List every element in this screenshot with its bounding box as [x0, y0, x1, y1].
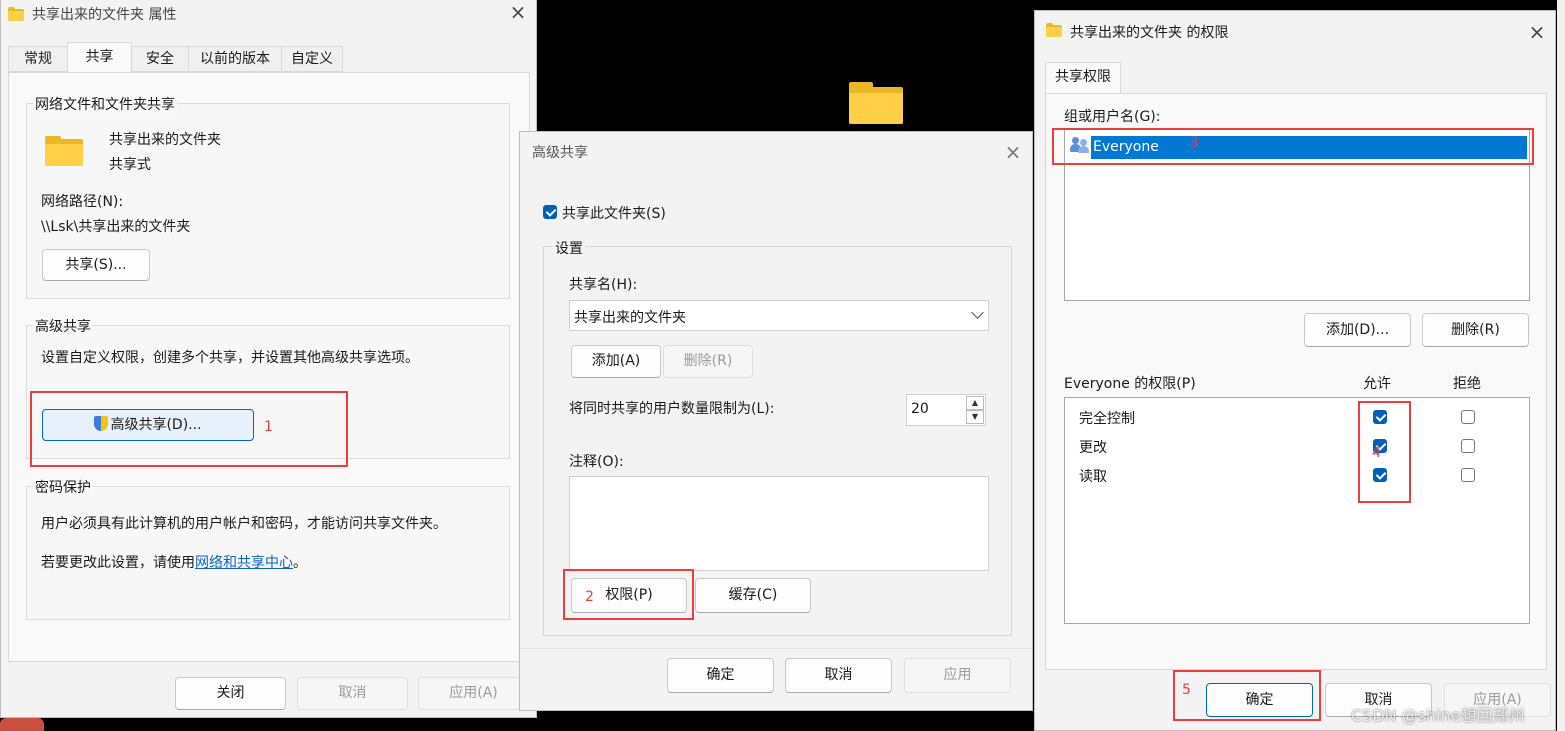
- tab-share-permissions[interactable]: 共享权限: [1045, 62, 1121, 94]
- tab-general[interactable]: 常规: [8, 46, 68, 72]
- close-icon[interactable]: ×: [1527, 22, 1547, 42]
- share-name-select[interactable]: 共享出来的文件夹: [569, 300, 989, 331]
- comment-label: 注释(O):: [569, 454, 624, 470]
- network-path: \\Lsk\共享出来的文件夹: [41, 219, 191, 235]
- dialog-separator: [520, 648, 1032, 649]
- cancel-button[interactable]: 取消: [785, 658, 892, 693]
- allow-header: 允许: [1363, 376, 1391, 392]
- network-center-link[interactable]: 网络和共享中心: [195, 555, 293, 571]
- deny-header: 拒绝: [1453, 376, 1481, 392]
- annotation-number-2: 2: [585, 589, 594, 605]
- folder-icon: [8, 7, 24, 21]
- tab-customize[interactable]: 自定义: [281, 46, 343, 72]
- apply-button[interactable]: 应用(A): [418, 677, 529, 710]
- annotation-box-1: [30, 391, 348, 467]
- share-status: 共享式: [109, 157, 151, 173]
- user-limit-value: 20: [911, 401, 929, 417]
- cancel-button[interactable]: 取消: [297, 677, 408, 710]
- shared-folder-icon: [45, 136, 83, 166]
- remove-share-button[interactable]: 删除(R): [663, 345, 753, 378]
- password-legend: 密码保护: [33, 477, 93, 497]
- close-icon[interactable]: ×: [1003, 142, 1023, 162]
- apply-button[interactable]: 应用: [904, 658, 1011, 693]
- permissions-dialog: 共享出来的文件夹 的权限 × 共享权限 组或用户名(G): Everyone 添…: [1034, 10, 1556, 731]
- annotation-box-4: [1358, 401, 1411, 503]
- tab-previous-versions[interactable]: 以前的版本: [188, 46, 282, 72]
- close-button[interactable]: 关闭: [175, 677, 286, 710]
- change-suffix: 。: [293, 555, 307, 571]
- desktop-folder-icon[interactable]: [849, 82, 903, 124]
- annotation-number-1: 1: [264, 419, 273, 435]
- caching-button[interactable]: 缓存(C): [695, 578, 811, 613]
- share-name-label: 共享名(H):: [569, 277, 638, 293]
- remove-user-button[interactable]: 删除(R): [1422, 313, 1529, 347]
- network-share-legend: 网络文件和文件夹共享: [33, 94, 177, 114]
- annotation-number-3: 3: [1190, 135, 1199, 151]
- network-path-label: 网络路径(N):: [41, 194, 124, 210]
- change-prefix: 若要更改此设置，请使用: [41, 555, 195, 571]
- annotation-box-5: [1173, 670, 1321, 721]
- deny-read-checkbox[interactable]: [1461, 468, 1475, 482]
- perm-row-change: 更改: [1079, 440, 1107, 456]
- group-user-label-text: 组或用户名(G):: [1064, 109, 1161, 125]
- advanced-sharing-dialog: 高级共享 × 共享此文件夹(S) 设置 共享名(H): 共享出来的文件夹 添加(…: [519, 131, 1033, 711]
- share-button[interactable]: 共享(S)...: [42, 249, 150, 281]
- annotation-box-3: [1052, 128, 1534, 165]
- annotation-box-2: [563, 569, 694, 620]
- permissions-list: [1064, 397, 1530, 624]
- permissions-title: 共享出来的文件夹 的权限: [1070, 25, 1229, 41]
- password-desc: 用户必须具有此计算机的用户帐户和密码，才能访问共享文件夹。: [41, 516, 447, 532]
- tab-security[interactable]: 安全: [131, 46, 189, 72]
- perm-row-read: 读取: [1079, 469, 1107, 485]
- folder-icon: [1046, 23, 1062, 37]
- settings-legend: 设置: [553, 238, 585, 258]
- user-limit-input[interactable]: 20 ▲ ▼: [906, 394, 986, 426]
- user-limit-label: 将同时共享的用户数量限制为(L):: [569, 401, 775, 417]
- watermark: CSDN @shine想回郑州: [1351, 706, 1525, 725]
- ok-button[interactable]: 确定: [667, 658, 774, 693]
- group-user-label: 组或用户名(G):: [1064, 106, 1161, 126]
- add-user-button[interactable]: 添加(D)...: [1304, 313, 1411, 347]
- chevron-down-icon: [971, 306, 984, 319]
- comment-textarea[interactable]: [569, 476, 989, 571]
- deny-change-checkbox[interactable]: [1461, 439, 1475, 453]
- properties-dialog: 共享出来的文件夹 属性 × 常规 共享 安全 以前的版本 自定义 网络文件和文件…: [0, 0, 537, 718]
- tab-sharing[interactable]: 共享: [67, 42, 132, 73]
- everyone-permissions-label: Everyone 的权限(P): [1064, 376, 1196, 392]
- folder-name: 共享出来的文件夹: [109, 132, 221, 148]
- advanced-share-legend: 高级共享: [33, 316, 93, 336]
- perm-row-full-control: 完全控制: [1079, 411, 1135, 427]
- advanced-desc: 设置自定义权限，创建多个共享，并设置其他高级共享选项。: [41, 350, 419, 366]
- annotation-number-4: 4: [1372, 445, 1381, 461]
- spin-down-button[interactable]: ▼: [966, 410, 984, 424]
- background-window-edge: [1557, 0, 1565, 731]
- share-folder-label: 共享此文件夹(S): [562, 206, 666, 222]
- share-folder-checkbox[interactable]: [543, 205, 557, 219]
- properties-title: 共享出来的文件夹 属性: [32, 7, 177, 23]
- change-setting-text: 若要更改此设置，请使用网络和共享中心。: [41, 552, 307, 572]
- share-name-value: 共享出来的文件夹: [574, 310, 686, 326]
- annotation-number-5: 5: [1182, 682, 1191, 698]
- taskbar-partial-icon: [0, 718, 44, 731]
- spin-up-button[interactable]: ▲: [966, 396, 984, 410]
- advanced-title: 高级共享: [532, 145, 588, 161]
- deny-full-control-checkbox[interactable]: [1461, 410, 1475, 424]
- add-share-button[interactable]: 添加(A): [571, 345, 661, 378]
- close-icon[interactable]: ×: [508, 2, 528, 22]
